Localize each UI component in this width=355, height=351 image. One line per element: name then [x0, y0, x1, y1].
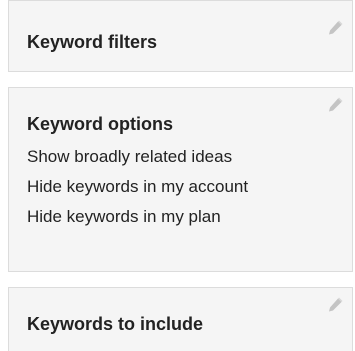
option-hide-keywords-in-plan: Hide keywords in my plan	[27, 207, 221, 226]
keyword-options-title: Keyword options	[27, 114, 174, 134]
keyword-options-panel: Keyword options Show broadly related ide…	[8, 87, 353, 272]
keywords-to-include-panel: Keywords to include	[8, 287, 353, 351]
option-hide-keywords-in-account: Hide keywords in my account	[27, 177, 249, 196]
keywords-to-include-title: Keywords to include	[27, 314, 204, 334]
keyword-filters-panel: Keyword filters	[8, 0, 353, 72]
pencil-icon[interactable]	[327, 297, 343, 313]
pencil-icon[interactable]	[327, 97, 343, 113]
keyword-options-list: Show broadly related ideas Hide keywords…	[27, 146, 248, 236]
option-show-broadly-related-ideas: Show broadly related ideas	[27, 147, 233, 166]
pencil-icon[interactable]	[327, 20, 343, 36]
keyword-filters-title: Keyword filters	[27, 32, 158, 52]
